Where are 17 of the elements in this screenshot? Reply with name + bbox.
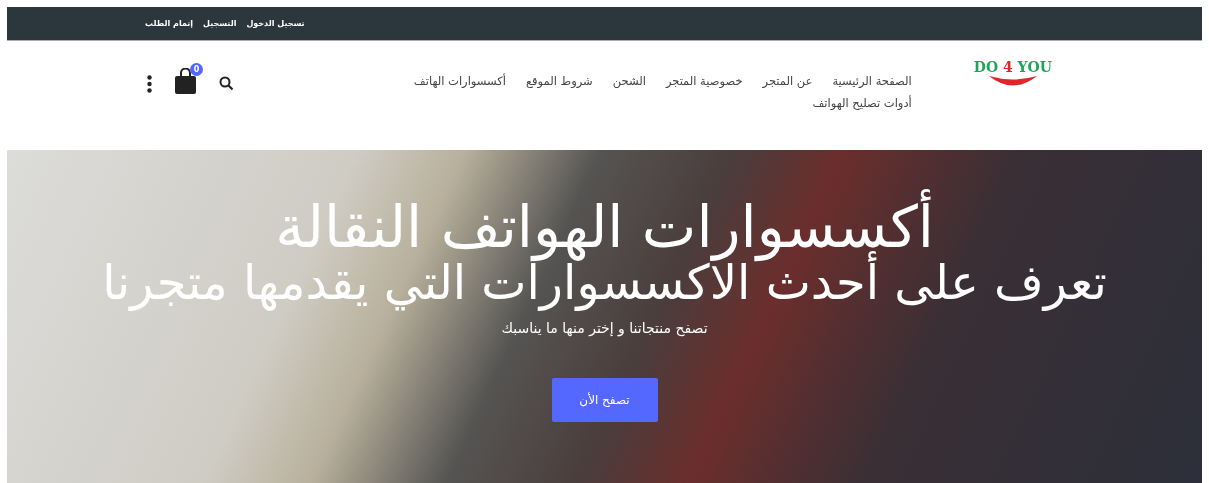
nav-link[interactable]: خصوصية المتجر	[665, 74, 743, 88]
nav-link[interactable]: عن المتجر	[762, 74, 813, 88]
top-link[interactable]: إتمام الطلب	[145, 19, 194, 28]
search-icon[interactable]	[219, 76, 234, 91]
more-options-icon[interactable]	[147, 74, 152, 93]
logo[interactable]: DO 4 YOU	[971, 59, 1054, 87]
logo-text: DO 4 YOU	[973, 59, 1052, 75]
top-link[interactable]: تسجيل الدخول	[246, 19, 305, 28]
nav-link[interactable]: أكسسوارات الهاتف	[413, 74, 506, 88]
nav-link[interactable]: أدوات تصليح الهواتف	[812, 96, 912, 110]
nav-link[interactable]: الشحن	[612, 74, 646, 88]
hero-text: تصفح منتجاتنا و إختر منها ما يناسبك	[501, 319, 708, 336]
cart-count-badge: 0	[190, 63, 203, 76]
browse-button[interactable]: تصفح الأن	[551, 377, 658, 422]
nav-link[interactable]: شروط الموقع	[526, 74, 593, 88]
nav-link[interactable]: الصفحة الرئيسية	[832, 74, 912, 88]
top-link[interactable]: التسجيل	[203, 19, 237, 28]
